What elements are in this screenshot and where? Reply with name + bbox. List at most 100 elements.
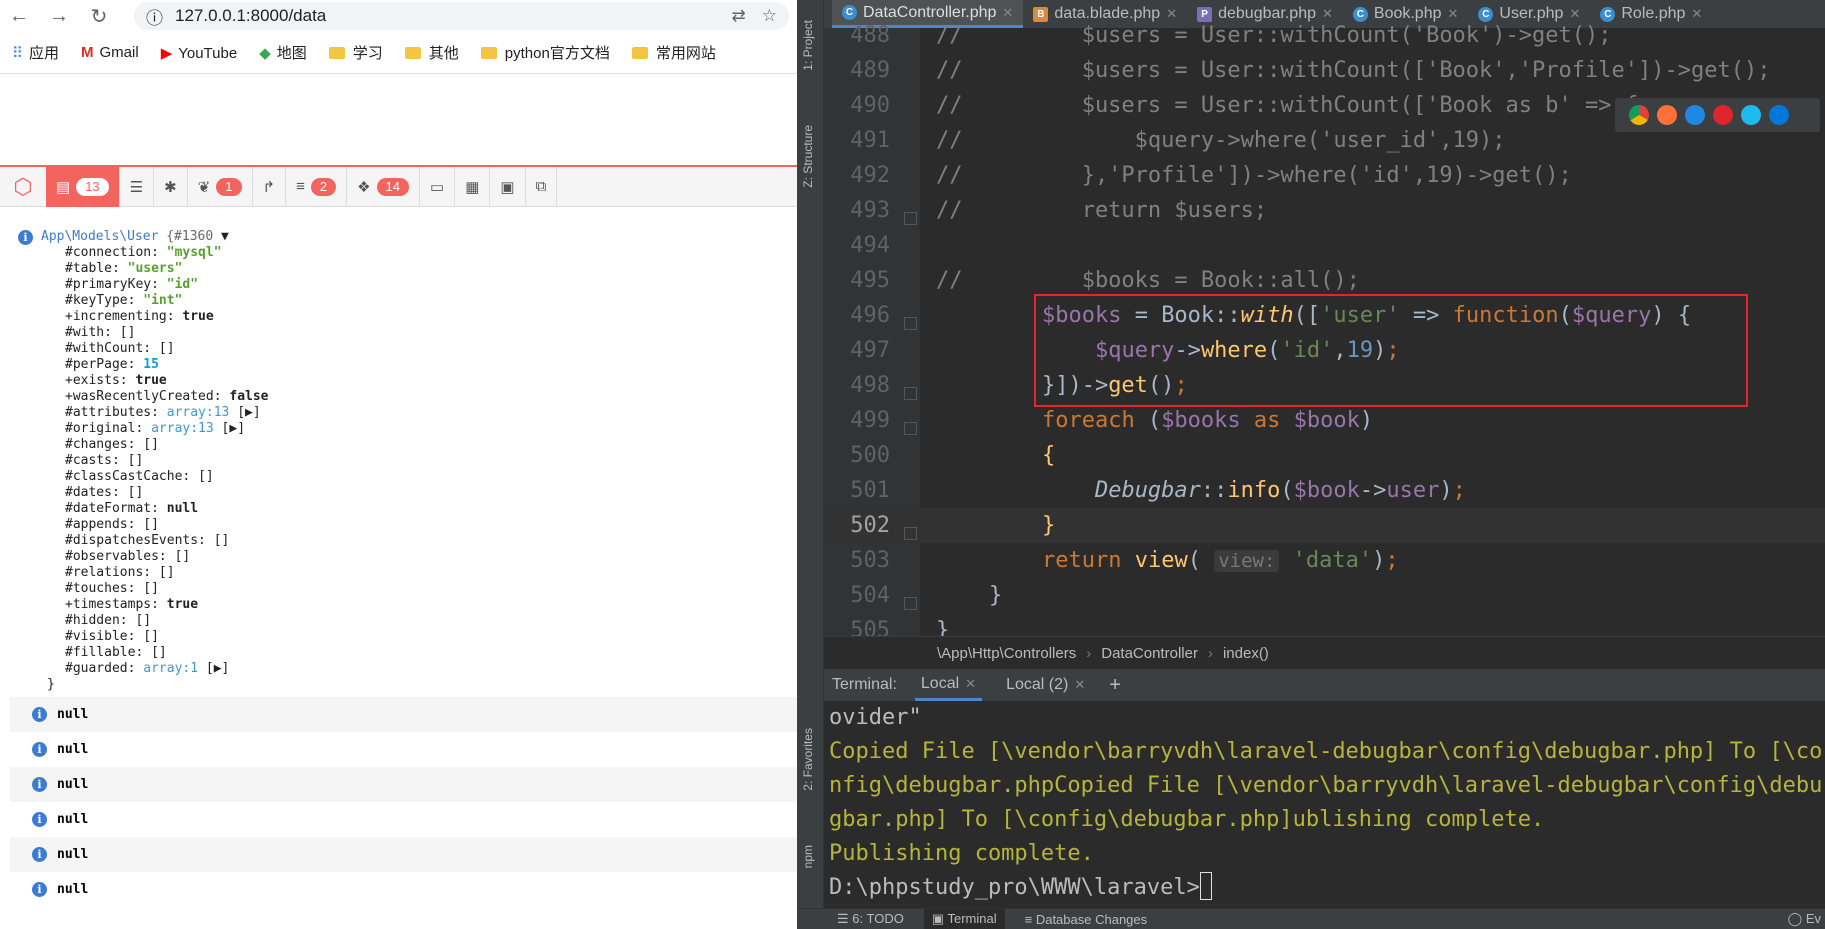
tool-structure[interactable]: Z: Structure (801, 125, 815, 188)
edge-icon[interactable] (1769, 105, 1789, 125)
bookmarks-bar: ⠿ 应用 M Gmail ▶ YouTube ◆ 地图 学习 其他 python官方文档… (0, 32, 797, 74)
opera-icon[interactable] (1713, 105, 1733, 125)
url-field[interactable]: ⓘ 127.0.0.1:8000/data ⇄ ☆ (134, 2, 789, 30)
property-value[interactable]: array:13 (167, 405, 230, 420)
property-key: +incrementing: (65, 309, 183, 324)
event-log-button[interactable]: ◯ Ev (1788, 911, 1821, 927)
bookmark-folder-sites[interactable]: 常用网站 (631, 42, 716, 63)
tab-tags[interactable]: ⧉ (526, 166, 558, 207)
property-value[interactable]: array:13 (151, 421, 214, 436)
property-value: true (182, 309, 214, 324)
close-icon[interactable]: ✕ (965, 676, 976, 692)
tab-mails[interactable]: ▭ (420, 166, 456, 207)
safari-icon[interactable] (1685, 105, 1705, 125)
fold-marker-icon[interactable] (904, 387, 917, 400)
fold-marker-icon[interactable] (904, 422, 917, 435)
expand-toggle[interactable]: [▶] (214, 421, 246, 436)
forward-icon[interactable]: → (48, 5, 70, 28)
bookmark-youtube[interactable]: ▶ YouTube (161, 44, 238, 62)
address-bar-row: ← → ↻ ⓘ 127.0.0.1:8000/data ⇄ ☆ (0, 0, 797, 32)
fold-marker-icon[interactable] (904, 212, 917, 225)
tab-exceptions[interactable]: ✱ (154, 166, 188, 207)
tab-route[interactable]: ↱ (253, 166, 287, 207)
property-key: #keyType: (65, 293, 144, 308)
message-row: i null (10, 872, 797, 907)
folder-icon (480, 47, 497, 59)
tab-request[interactable]: ▦ (455, 166, 491, 207)
tab-session[interactable]: ▣ (490, 166, 526, 207)
tool-favorites[interactable]: 2: Favorites (801, 728, 815, 791)
property-value[interactable]: array:1 (143, 661, 198, 676)
laravel-logo-icon[interactable]: ⬡ (0, 174, 46, 200)
todo-tool-button[interactable]: ☰ 6: TODO (837, 911, 904, 927)
fold-marker-icon[interactable] (904, 527, 917, 540)
firefox-icon[interactable] (1657, 105, 1677, 125)
dump-closing: } (47, 677, 55, 692)
tab-messages[interactable]: ▤ 13 (46, 166, 120, 207)
expand-toggle[interactable]: [▶] (229, 405, 261, 420)
property-value: [] (135, 613, 152, 628)
fold-marker-icon[interactable] (904, 597, 917, 610)
back-icon[interactable]: ← (8, 5, 30, 28)
ie-icon[interactable] (1741, 105, 1761, 125)
bookmark-folder-other[interactable]: 其他 (404, 42, 459, 63)
dump-property: #relations: [] (65, 565, 797, 581)
reload-icon[interactable]: ↻ (88, 4, 110, 29)
property-value: [] (151, 645, 167, 660)
close-icon[interactable]: ✕ (1074, 677, 1085, 693)
terminal-output[interactable]: ovider" Copied File [\vendor\barryvdh\lar… (824, 701, 1825, 908)
tab-models[interactable]: ❖ 14 (347, 166, 420, 207)
archive-icon: ▣ (500, 178, 515, 196)
bookmark-maps[interactable]: ◆ 地图 (259, 42, 307, 63)
folder-icon (328, 47, 345, 59)
property-value: [] (143, 517, 159, 532)
translate-icon[interactable]: ⇄ (732, 6, 746, 26)
database-changes-button[interactable]: ≡ Database Changes (1025, 912, 1148, 927)
property-key: #classCastCache: (65, 469, 199, 484)
views-badge: 1 (216, 177, 242, 196)
cubes-icon: ❖ (357, 178, 371, 196)
bookmark-apps[interactable]: ⠿ 应用 (12, 42, 59, 63)
terminal-tab-local[interactable]: Local ✕ (914, 669, 983, 701)
info-icon: i (18, 229, 33, 245)
info-icon[interactable]: ⓘ (146, 4, 163, 29)
expand-toggle[interactable]: [▶] (198, 661, 230, 676)
dump-toggle[interactable]: ▼ (221, 229, 229, 244)
tool-npm[interactable]: npm (801, 845, 815, 868)
chevron-right-icon: › (1086, 644, 1092, 662)
property-value: [] (143, 437, 159, 452)
terminal-line: gbar.php] To [\config\debugbar.php]ublis… (829, 807, 1545, 832)
tab-queries[interactable]: ≡ 2 (286, 166, 348, 207)
terminal-tab-local-2[interactable]: Local (2) ✕ (1000, 669, 1091, 701)
bookmark-star-icon[interactable]: ☆ (762, 6, 777, 26)
tab-views[interactable]: ❦ 1 (188, 166, 253, 207)
message-text: null (57, 777, 89, 792)
bookmark-folder-study[interactable]: 学习 (328, 42, 383, 63)
property-value: false (229, 389, 269, 404)
dump-property: +incrementing: true (65, 309, 797, 325)
fold-marker-icon[interactable] (904, 317, 917, 330)
breadcrumb-namespace[interactable]: \App\Http\Controllers (937, 645, 1076, 662)
browser-window: ← → ↻ ⓘ 127.0.0.1:8000/data ⇄ ☆ ⠿ 应用 M Gma… (0, 0, 797, 929)
terminal-prompt-line[interactable]: D:\phpstudy_pro\WWW\laravel> (829, 871, 1825, 905)
tab-timeline[interactable]: ☰ (120, 166, 155, 207)
breadcrumb-class[interactable]: DataController (1101, 645, 1198, 662)
property-key: #observables: (65, 549, 175, 564)
bookmark-folder-python[interactable]: python官方文档 (480, 42, 610, 63)
breadcrumb-method[interactable]: index() (1223, 645, 1269, 662)
message-text: null (57, 707, 89, 722)
property-key: #table: (65, 261, 128, 276)
chrome-icon[interactable] (1629, 105, 1649, 125)
queries-badge: 2 (310, 177, 337, 196)
tool-project[interactable]: 1: Project (801, 20, 815, 71)
browser-preview-popup (1615, 98, 1820, 132)
ide-left-toolbar: 1: Project Z: Structure 2: Favorites npm (797, 0, 824, 929)
leaf-icon: ❦ (197, 178, 211, 196)
terminal-tool-button[interactable]: ▣ Terminal (923, 909, 1005, 929)
add-terminal-button[interactable]: + (1109, 674, 1121, 697)
bug-icon: ✱ (164, 178, 177, 196)
null-rows: i null i null i null i null i null i null (0, 697, 797, 907)
dump-property: #dateFormat: null (65, 501, 797, 517)
breadcrumb: \App\Http\Controllers › DataController ›… (824, 636, 1825, 669)
bookmark-gmail[interactable]: M Gmail (81, 44, 139, 61)
